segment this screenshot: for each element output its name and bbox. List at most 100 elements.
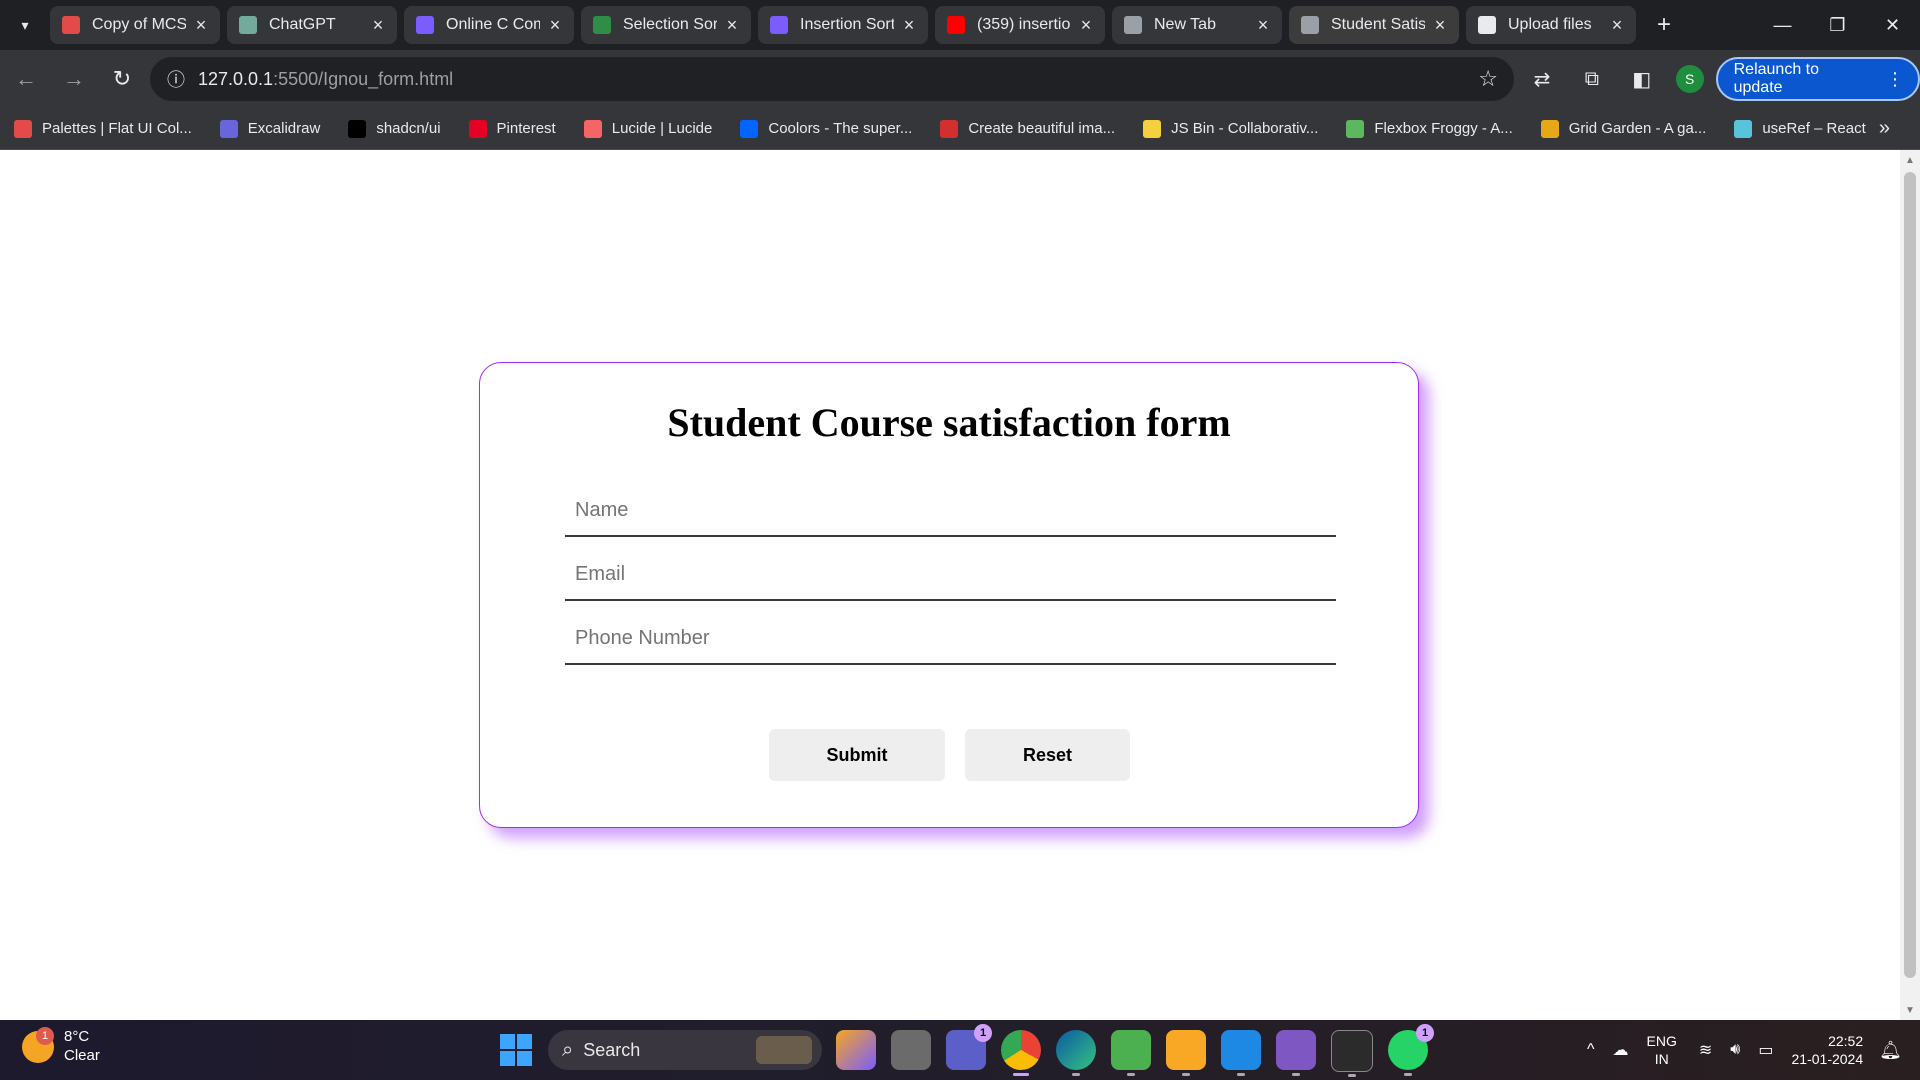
whatsapp-icon[interactable]: 1 (1388, 1024, 1434, 1076)
teams-badge: 1 (974, 1024, 992, 1042)
scroll-down-arrow-icon[interactable]: ▼ (1900, 1000, 1920, 1020)
close-window-icon[interactable]: ✕ (1865, 0, 1920, 50)
profile-avatar[interactable]: S (1675, 65, 1704, 93)
chevron-up-icon[interactable]: ^ (1587, 1041, 1595, 1059)
site-info-icon[interactable]: ⓘ (154, 57, 198, 101)
clock[interactable]: 22:52 21-01-2024 (1792, 1032, 1864, 1068)
reset-button[interactable]: Reset (965, 729, 1130, 781)
browser-tab[interactable]: New Tab × (1112, 6, 1282, 44)
tab-search-chevron-icon[interactable]: ▾ (8, 8, 42, 42)
tab-close-icon[interactable]: × (900, 15, 918, 36)
back-arrow-icon[interactable]: ← (4, 57, 48, 101)
tab-close-icon[interactable]: × (723, 15, 741, 36)
browser-tab[interactable]: Upload files × (1466, 6, 1636, 44)
bookmark-item[interactable]: useRef – React (1734, 119, 1866, 138)
tab-favicon-icon (62, 16, 80, 34)
weather-widget[interactable]: 1 8°C Clear (22, 1027, 100, 1066)
bookmark-item[interactable]: Flexbox Froggy - A... (1346, 119, 1513, 138)
relaunch-label: Relaunch to update (1733, 61, 1819, 96)
phone-number-input[interactable] (565, 613, 1336, 665)
restore-icon[interactable]: ❐ (1810, 0, 1865, 50)
forward-arrow-icon[interactable]: → (52, 57, 96, 101)
tabs-container: Copy of MCS × ChatGPT × Online C Com × Selecti… (50, 0, 1643, 50)
bookmark-star-icon[interactable]: ☆ (1478, 66, 1498, 92)
bookmark-item[interactable]: Pinterest (468, 119, 556, 138)
language-line2: IN (1654, 1051, 1669, 1067)
notification-bell-icon[interactable]: 🔔︎ (1879, 1040, 1902, 1061)
windows-start-icon[interactable] (500, 1034, 532, 1066)
vertical-scrollbar[interactable]: ▲ ▼ (1900, 150, 1920, 1020)
tab-strip: ▾ Copy of MCS × ChatGPT × Online C Com × Selec… (0, 0, 1920, 50)
browser-tab[interactable]: Online C Com × (404, 6, 574, 44)
task-view-icon[interactable] (891, 1030, 931, 1070)
volume-icon[interactable]: 🔊︎ (1730, 1041, 1740, 1059)
tab-close-icon[interactable]: × (192, 15, 210, 36)
tab-favicon-icon (416, 16, 434, 34)
bookmark-item[interactable]: Palettes | Flat UI Col... (14, 119, 192, 138)
minimize-icon[interactable]: — (1755, 0, 1810, 50)
email-input[interactable] (565, 549, 1336, 601)
tab-title: Upload files (1508, 16, 1592, 33)
bookmark-item[interactable]: Coolors - The super... (740, 119, 913, 138)
bookmark-item[interactable]: shadcn/ui (348, 119, 441, 138)
browser-tab[interactable]: Selection Sor × (581, 6, 751, 44)
taskbar-search-box[interactable]: ⌕ Search (548, 1030, 822, 1070)
browser-tab[interactable]: ChatGPT × (227, 6, 397, 44)
language-indicator[interactable]: ENG IN (1647, 1032, 1677, 1068)
teams-chat-icon[interactable]: 1 (946, 1024, 992, 1070)
tab-close-icon[interactable]: × (369, 15, 387, 36)
browser-tab[interactable]: (359) insertio × (935, 6, 1105, 44)
visual-studio-icon[interactable] (1276, 1030, 1316, 1076)
bookmark-item[interactable]: Excalidraw (219, 119, 321, 138)
tab-close-icon[interactable]: × (546, 15, 564, 36)
address-bar[interactable]: ⓘ 127.0.0.1:5500/Ignou_form.html ☆ (150, 57, 1514, 101)
taskbar-search-label: Search (583, 1039, 641, 1060)
name-input[interactable] (565, 485, 1336, 537)
scroll-up-arrow-icon[interactable]: ▲ (1900, 150, 1920, 170)
bookmark-favicon-icon (219, 119, 238, 138)
bookmark-favicon-icon (1734, 119, 1753, 138)
terminal-icon[interactable] (1331, 1030, 1373, 1077)
browser-tab[interactable]: Insertion Sort × (758, 6, 928, 44)
bookmark-item[interactable]: Grid Garden - A ga... (1540, 119, 1707, 138)
onedrive-offline-icon[interactable]: ☁ (1613, 1040, 1629, 1060)
bookmark-list: Palettes | Flat UI Col... Excalidraw shadc… (0, 119, 1880, 138)
bookmarks-overflow-icon[interactable]: » (1879, 117, 1890, 140)
copilot-pre-icon[interactable] (836, 1030, 876, 1070)
submit-button[interactable]: Submit (769, 729, 945, 781)
tab-close-icon[interactable]: × (1254, 15, 1272, 36)
page-viewport: Student Course satisfaction form Submit … (0, 150, 1900, 1020)
edge-icon[interactable] (1056, 1030, 1096, 1076)
url-text[interactable]: 127.0.0.1:5500/Ignou_form.html (198, 69, 453, 90)
tab-close-icon[interactable]: × (1077, 15, 1095, 36)
tab-close-icon[interactable]: × (1608, 15, 1626, 36)
more-menu-icon[interactable]: ⋮ (1886, 69, 1904, 90)
side-panel-icon[interactable]: ◧ (1620, 57, 1664, 101)
battery-icon[interactable]: ▭ (1758, 1040, 1773, 1060)
bookmark-label: Grid Garden - A ga... (1568, 120, 1707, 137)
bookmark-item[interactable]: Lucide | Lucide (583, 119, 712, 138)
google-translate-icon[interactable]: ⇄ (1520, 57, 1564, 101)
extensions-puzzle-icon[interactable]: ⧉ (1570, 57, 1614, 101)
clock-time: 22:52 (1828, 1033, 1864, 1049)
chrome-icon[interactable] (1001, 1030, 1041, 1076)
bookmark-item[interactable]: Create beautiful ima... (940, 119, 1115, 138)
new-tab-plus-icon[interactable]: + (1649, 11, 1679, 39)
wifi-icon[interactable]: ≋ (1699, 1040, 1712, 1060)
bookmark-label: Coolors - The super... (768, 120, 913, 137)
notepad-plus-icon[interactable] (1111, 1030, 1151, 1076)
weather-temperature: 8°C (64, 1028, 90, 1045)
tab-title: Student Satis (1331, 16, 1425, 33)
reload-icon[interactable]: ↻ (100, 57, 144, 101)
language-line1: ENG (1646, 1033, 1677, 1049)
vscode-icon[interactable] (1221, 1030, 1261, 1076)
browser-tab[interactable]: Student Satis × (1289, 6, 1459, 44)
snipping-tool-icon[interactable] (1166, 1030, 1206, 1076)
tab-close-icon[interactable]: × (1431, 15, 1449, 36)
bookmark-item[interactable]: JS Bin - Collaborativ... (1143, 119, 1318, 138)
bookmark-label: Excalidraw (247, 120, 321, 137)
scrollbar-thumb[interactable] (1904, 172, 1916, 978)
relaunch-button[interactable]: Relaunch to update ⋮ (1715, 57, 1920, 101)
windows-taskbar: 1 8°C Clear ⌕ Search 1 1 ^ ☁ ENG IN ≋ 🔊︎… (0, 1020, 1920, 1080)
browser-tab[interactable]: Copy of MCS × (50, 6, 220, 44)
